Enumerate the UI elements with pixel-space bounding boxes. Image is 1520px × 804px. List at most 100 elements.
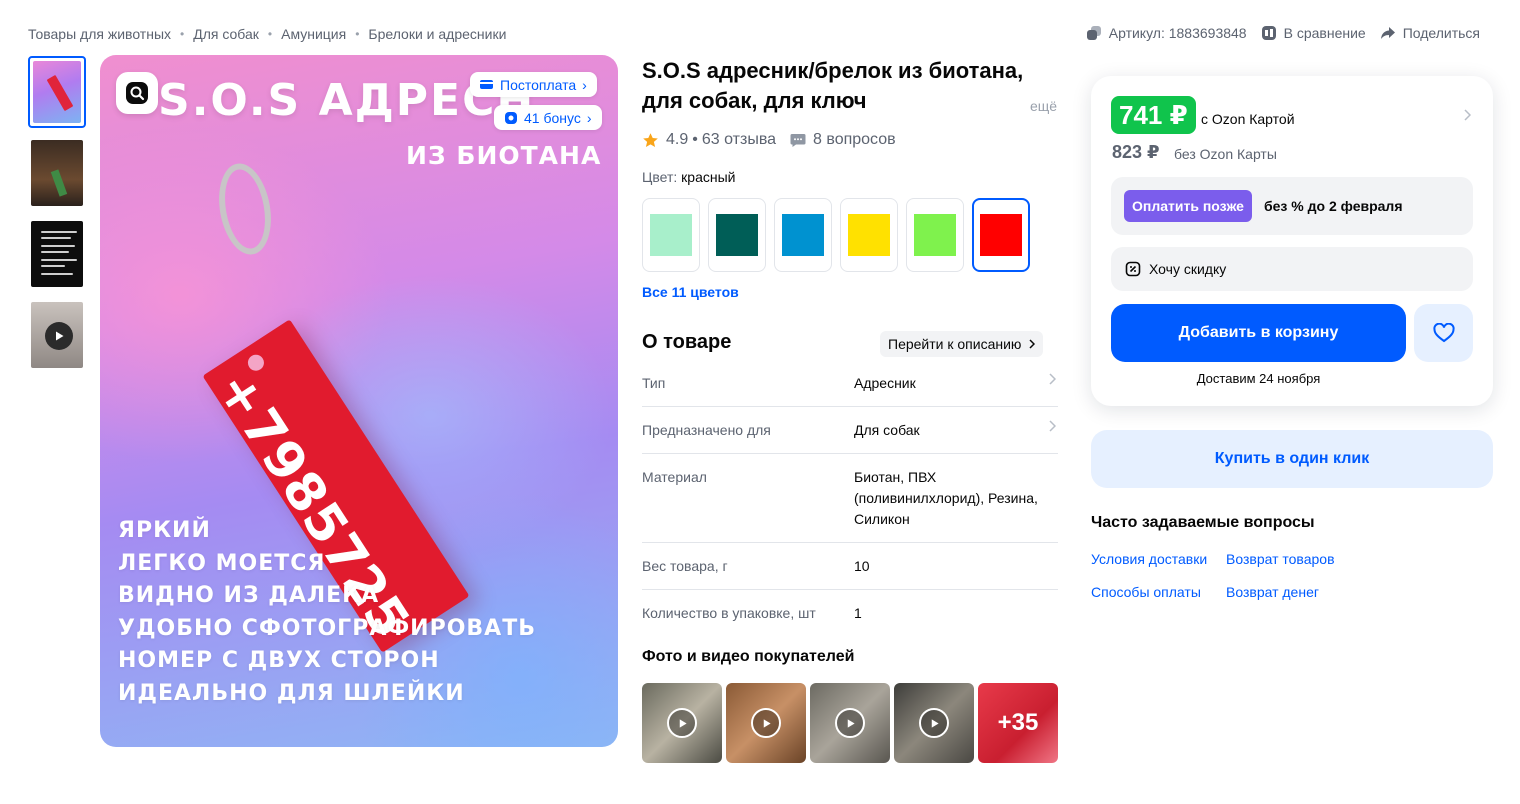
color-swatch[interactable]: [774, 198, 832, 272]
questions-link[interactable]: 8 вопросов: [790, 131, 896, 149]
color-chip: [980, 214, 1022, 256]
reviews-link[interactable]: 63 отзыва: [702, 131, 776, 149]
color-swatch[interactable]: [642, 198, 700, 272]
compare-button[interactable]: В сравнение: [1261, 25, 1366, 41]
chat-icon: [790, 133, 806, 147]
faq-link-refund[interactable]: Возврат денег: [1226, 584, 1366, 601]
breadcrumb-item[interactable]: Амуниция: [281, 26, 346, 42]
chevron-right-icon: ›: [586, 109, 592, 126]
color-swatch[interactable]: [708, 198, 766, 272]
image-search-button[interactable]: [116, 72, 158, 114]
customer-video[interactable]: [726, 683, 806, 763]
color-value: красный: [681, 169, 736, 185]
color-chip: [782, 214, 824, 256]
spec-value: 10: [854, 558, 870, 574]
article-number: Артикул: 1883693848: [1108, 25, 1247, 41]
color-chip: [650, 214, 692, 256]
faq-links: Условия доставки Возврат товаров Способы…: [1091, 551, 1366, 601]
spec-row[interactable]: Предназначено для Для собак: [642, 407, 1058, 454]
breadcrumb-separator: •: [180, 27, 185, 41]
pay-later-terms: без % до 2 февраля: [1264, 198, 1403, 214]
thumbnail-image-1[interactable]: [28, 56, 86, 128]
spec-key: Вес товара, г: [642, 558, 728, 574]
color-swatch[interactable]: [840, 198, 898, 272]
pay-later-box: Оплатить позже без % до 2 февраля: [1111, 177, 1473, 235]
spec-row[interactable]: Тип Адресник: [642, 360, 1058, 407]
play-icon: [835, 708, 865, 738]
faq-link-payment[interactable]: Способы оплаты: [1091, 584, 1226, 601]
image-search-icon: [126, 82, 148, 104]
postpay-badge[interactable]: Постоплата ›: [470, 72, 597, 97]
bonus-badge[interactable]: 41 бонус ›: [494, 105, 602, 130]
discount-icon: [1125, 261, 1141, 277]
spec-key: Предназначено для: [642, 422, 771, 438]
customer-photos-heading: Фото и видео покупателей: [642, 648, 855, 665]
about-heading: О товаре: [642, 331, 732, 353]
price-ozon-card: 741 ₽: [1111, 96, 1196, 134]
buy-one-click-button[interactable]: Купить в один клик: [1091, 430, 1493, 488]
favorite-button[interactable]: [1414, 304, 1473, 362]
chevron-right-icon: [1049, 420, 1056, 432]
card-icon: [480, 79, 493, 89]
spec-value: Для собак: [854, 422, 920, 438]
bonus-icon: [505, 111, 517, 124]
delivery-date: Доставим 24 ноября: [1196, 371, 1321, 386]
all-colors-link[interactable]: Все 11 цветов: [642, 284, 739, 300]
chevron-right-icon[interactable]: [1464, 109, 1471, 121]
main-product-image[interactable]: S.O.S АДРЕСН ИЗ БИОТАНА Постоплата › 41 …: [100, 55, 618, 747]
share-label: Поделиться: [1402, 25, 1480, 41]
star-icon: [643, 132, 658, 147]
thumbnail-image-2[interactable]: [28, 137, 86, 209]
color-label: Цвет:: [642, 169, 678, 185]
feature-item: УДОБНО СФОТОГРАФИРОВАТЬ: [118, 615, 536, 641]
top-actions: Артикул: 1883693848 В сравнение Поделить…: [1086, 25, 1480, 41]
share-button[interactable]: Поделиться: [1380, 25, 1480, 41]
chevron-right-icon: [1029, 339, 1036, 349]
feature-item: ЯРКИЙ: [118, 518, 211, 543]
spec-row: Вес товара, г 10: [642, 543, 1058, 590]
color-swatch[interactable]: [906, 198, 964, 272]
buy-card: 741 ₽ с Ozon Картой 823 ₽ без Ozon Карты…: [1091, 76, 1493, 406]
price-ozon-card-label: с Ozon Картой: [1201, 111, 1295, 127]
title-more-link[interactable]: ещё: [1030, 98, 1057, 114]
thumbnail-video[interactable]: [28, 299, 86, 371]
breadcrumb-item[interactable]: Брелоки и адресники: [368, 26, 506, 42]
chevron-right-icon: [1049, 373, 1056, 385]
spec-key: Материал: [642, 469, 707, 485]
color-swatches: [642, 198, 1038, 272]
customer-video[interactable]: [894, 683, 974, 763]
pay-later-button[interactable]: Оплатить позже: [1124, 190, 1252, 222]
breadcrumb-item[interactable]: Товары для животных: [28, 26, 171, 42]
breadcrumb-item[interactable]: Для собак: [193, 26, 259, 42]
article-copy[interactable]: Артикул: 1883693848: [1086, 25, 1247, 41]
title-fade: [960, 86, 1030, 118]
customer-photos-more[interactable]: +35: [978, 683, 1058, 763]
spec-key: Количество в упаковке, шт: [642, 605, 816, 621]
thumbnail-image-3[interactable]: [28, 218, 86, 290]
breadcrumb-separator: •: [355, 27, 360, 41]
add-to-cart-button[interactable]: Добавить в корзину: [1111, 304, 1406, 362]
color-chip: [848, 214, 890, 256]
price-without-card-label: без Ozon Карты: [1174, 146, 1277, 162]
feature-item: ВИДНО ИЗ ДАЛЕКА: [118, 583, 380, 608]
compare-label: В сравнение: [1283, 25, 1366, 41]
goto-description-label: Перейти к описанию: [888, 336, 1022, 352]
copy-icon: [1086, 26, 1101, 40]
breadcrumb: Товары для животных • Для собак • Амуниц…: [28, 26, 506, 42]
customer-video[interactable]: [642, 683, 722, 763]
spec-value: 1: [854, 605, 862, 621]
goto-description-button[interactable]: Перейти к описанию: [880, 331, 1044, 357]
customer-photos: +35: [642, 683, 1058, 763]
want-discount-button[interactable]: Хочу скидку: [1111, 247, 1473, 291]
faq-link-delivery[interactable]: Условия доставки: [1091, 551, 1226, 568]
compare-icon: [1261, 26, 1276, 40]
color-swatch-selected[interactable]: [972, 198, 1030, 272]
rating-row: 4.9 • 63 отзыва 8 вопросов: [642, 131, 896, 149]
customer-video[interactable]: [810, 683, 890, 763]
chevron-right-icon: ›: [582, 76, 587, 93]
want-discount-label: Хочу скидку: [1149, 261, 1227, 277]
color-chip: [716, 214, 758, 256]
feature-item: ЛЕГКО МОЕТСЯ: [118, 550, 326, 576]
faq-link-returns[interactable]: Возврат товаров: [1226, 551, 1366, 568]
keyring: [212, 159, 278, 259]
